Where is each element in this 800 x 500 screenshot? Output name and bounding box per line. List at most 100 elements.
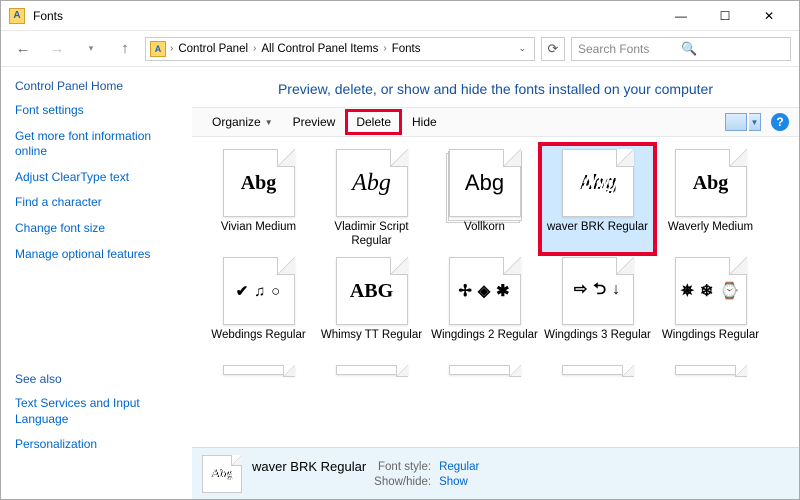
font-item[interactable]: Abg waver BRK Regular	[541, 145, 654, 253]
font-thumbnail: Abg	[336, 149, 408, 217]
font-item-partial[interactable]	[541, 361, 654, 379]
breadcrumb-item[interactable]: Fonts	[389, 43, 424, 55]
titlebar: A Fonts — ☐ ✕	[1, 1, 799, 31]
font-item[interactable]: Abg Waverly Medium	[654, 145, 767, 253]
details-pane: Abg waver BRK Regular Font style: Regula…	[192, 447, 799, 499]
sidebar-home-link[interactable]: Control Panel Home	[15, 79, 177, 93]
search-input[interactable]: Search Fonts 🔍	[571, 37, 791, 61]
font-item[interactable]: ⇨ ⮌ ↓ Wingdings 3 Regular	[541, 253, 654, 361]
font-thumbnail: ✢ ◈ ✱	[449, 257, 521, 325]
font-sample: Abg	[241, 172, 277, 195]
details-style-label: Font style:	[374, 461, 431, 473]
font-sample: Abg	[578, 172, 617, 195]
font-name-label: waver BRK Regular	[547, 221, 648, 249]
font-item[interactable]: ABG Whimsy TT Regular	[315, 253, 428, 361]
font-item[interactable]: Abg Vladimir Script Regular	[315, 145, 428, 253]
sidebar-link-find-character[interactable]: Find a character	[15, 195, 177, 211]
font-grid[interactable]: Abg Vivian Medium Abg Vladimir Script Regul…	[192, 137, 799, 447]
breadcrumb-item[interactable]: Control Panel	[175, 43, 251, 55]
maximize-button[interactable]: ☐	[703, 2, 747, 30]
view-mode-dropdown[interactable]: ▼	[749, 113, 761, 131]
font-item[interactable]: Abg Vivian Medium	[202, 145, 315, 253]
up-button[interactable]: ↑	[111, 35, 139, 63]
fonts-breadcrumb-icon: A	[150, 41, 166, 57]
forward-button: →	[43, 35, 71, 63]
font-sample: ✢ ◈ ✱	[458, 281, 510, 301]
sidebar-link-optional-features[interactable]: Manage optional features	[15, 247, 177, 263]
font-thumbnail: ABG	[336, 257, 408, 325]
font-sample: ✔ ♫ ○	[236, 282, 281, 301]
details-showhide-value[interactable]: Show	[439, 476, 479, 488]
font-name-label: Waverly Medium	[668, 221, 753, 249]
organize-label: Organize	[212, 115, 261, 129]
sidebar-link-cleartype[interactable]: Adjust ClearType text	[15, 170, 177, 186]
chevron-right-icon[interactable]: ›	[383, 43, 386, 54]
details-showhide-label: Show/hide:	[374, 476, 431, 488]
font-sample: ✵ ❄ ⌚	[681, 281, 741, 301]
back-button[interactable]: ←	[9, 35, 37, 63]
minimize-button[interactable]: —	[659, 2, 703, 30]
font-sample: ⇨ ⮌ ↓	[574, 278, 621, 305]
font-sample: Abg	[352, 170, 391, 197]
font-item-partial[interactable]	[202, 361, 315, 379]
font-thumbnail: ✵ ❄ ⌚	[675, 257, 747, 325]
font-thumbnail: Abg	[675, 149, 747, 217]
font-item-partial[interactable]	[428, 361, 541, 379]
font-sample: Abg	[693, 172, 729, 195]
font-thumbnail: Abg	[223, 149, 295, 217]
hide-button[interactable]: Hide	[402, 108, 447, 136]
view-mode-button[interactable]	[725, 113, 747, 131]
sidebar-link-more-info[interactable]: Get more font information online	[15, 129, 177, 160]
caret-down-icon: ▼	[265, 118, 273, 127]
details-style-value[interactable]: Regular	[439, 461, 479, 473]
font-thumbnail: Abg	[449, 149, 521, 217]
font-thumbnail: ⇨ ⮌ ↓	[562, 257, 634, 325]
font-item[interactable]: ✔ ♫ ○ Webdings Regular	[202, 253, 315, 361]
font-item[interactable]: Abg Vollkorn	[428, 145, 541, 253]
font-sample: ABG	[350, 280, 393, 303]
help-button[interactable]: ?	[771, 113, 789, 131]
address-dropdown[interactable]: ⌄	[514, 43, 530, 54]
main-content: Preview, delete, or show and hide the fo…	[191, 67, 799, 499]
see-also-heading: See also	[15, 372, 177, 386]
font-item[interactable]: ✵ ❄ ⌚ Wingdings Regular	[654, 253, 767, 361]
sidebar-link-font-settings[interactable]: Font settings	[15, 103, 177, 119]
refresh-button[interactable]: ⟳	[541, 37, 565, 61]
fonts-folder-icon: A	[9, 8, 25, 24]
font-thumbnail: ✔ ♫ ○	[223, 257, 295, 325]
details-font-name: waver BRK Regular	[252, 459, 366, 474]
delete-button[interactable]: Delete	[345, 109, 402, 135]
breadcrumb-item[interactable]: All Control Panel Items	[258, 43, 381, 55]
font-item[interactable]: ✢ ◈ ✱ Wingdings 2 Regular	[428, 253, 541, 361]
font-name-label: Wingdings Regular	[662, 329, 759, 357]
font-name-label: Whimsy TT Regular	[321, 329, 422, 357]
close-button[interactable]: ✕	[747, 2, 791, 30]
font-thumbnail: Abg	[562, 149, 634, 217]
sidebar-link-text-services[interactable]: Text Services and Input Language	[15, 396, 177, 427]
sidebar-link-personalization[interactable]: Personalization	[15, 437, 177, 453]
font-name-label: Vladimir Script Regular	[317, 221, 426, 249]
font-name-label: Vollkorn	[464, 221, 505, 249]
page-title: Preview, delete, or show and hide the fo…	[192, 67, 799, 107]
organize-menu[interactable]: Organize ▼	[202, 108, 283, 136]
font-name-label: Wingdings 2 Regular	[431, 329, 538, 357]
font-name-label: Wingdings 3 Regular	[544, 329, 651, 357]
font-item-partial[interactable]	[315, 361, 428, 379]
sidebar-link-change-size[interactable]: Change font size	[15, 221, 177, 237]
recent-dropdown[interactable]: ▾	[77, 35, 105, 63]
chevron-right-icon[interactable]: ›	[253, 43, 256, 54]
font-sample: Abg	[465, 170, 504, 196]
navbar: ← → ▾ ↑ A › Control Panel › All Control …	[1, 31, 799, 67]
address-bar[interactable]: A › Control Panel › All Control Panel It…	[145, 37, 535, 61]
font-name-label: Vivian Medium	[221, 221, 296, 249]
details-thumbnail: Abg	[202, 455, 242, 493]
window-title: Fonts	[33, 9, 63, 23]
toolbar: Organize ▼ Preview Delete Hide ▼ ?	[192, 107, 799, 137]
search-placeholder: Search Fonts	[578, 42, 681, 56]
search-icon[interactable]: 🔍	[681, 41, 784, 57]
sidebar: Control Panel Home Font settings Get mor…	[1, 67, 191, 499]
font-name-label: Webdings Regular	[211, 329, 305, 357]
font-item-partial[interactable]	[654, 361, 767, 379]
chevron-right-icon[interactable]: ›	[170, 43, 173, 54]
preview-button[interactable]: Preview	[283, 108, 346, 136]
